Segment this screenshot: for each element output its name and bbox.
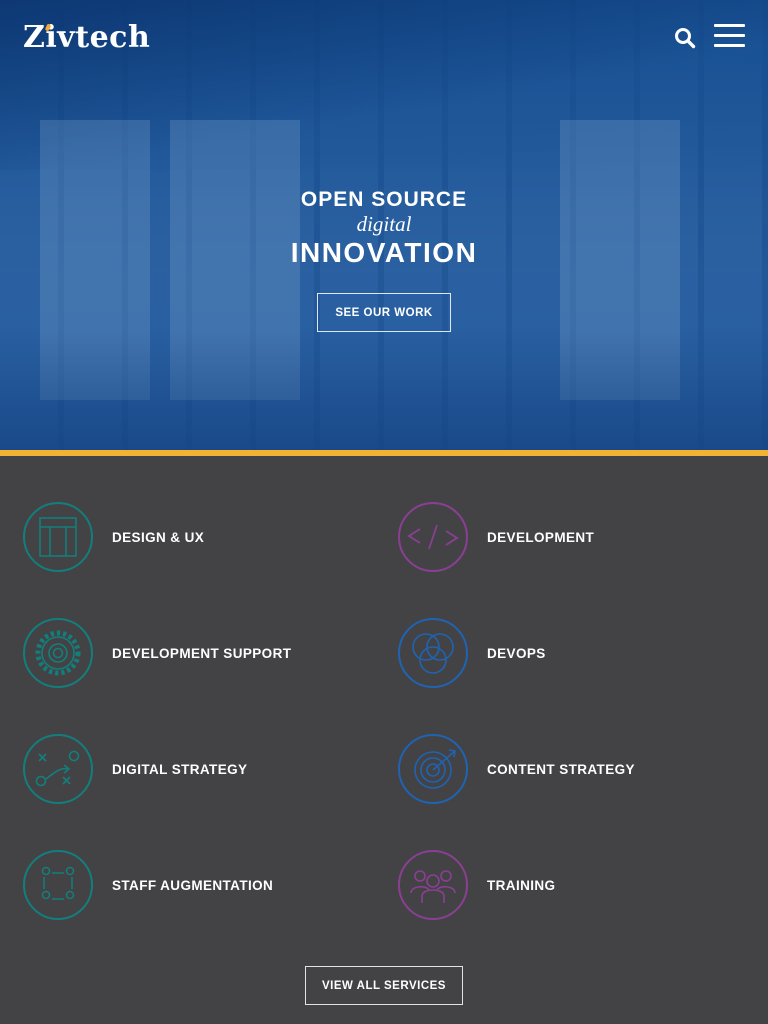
service-label: CONTENT STRATEGY <box>487 761 635 777</box>
people-group-icon <box>398 850 468 920</box>
menu-button[interactable] <box>714 24 746 48</box>
target-icon <box>398 734 468 804</box>
tagline-line-2: digital <box>356 212 412 236</box>
see-our-work-button[interactable]: SEE OUR WORK <box>317 293 451 332</box>
hamburger-menu-icon-bar <box>714 44 745 47</box>
service-development[interactable]: DEVELOPMENT <box>397 501 594 573</box>
tagline-line-3: INNOVATION <box>290 237 478 268</box>
hero-background-floor <box>0 330 768 450</box>
view-all-services-button[interactable]: VIEW ALL SERVICES <box>305 966 463 1005</box>
gear-icon <box>23 618 93 688</box>
service-label: DEVELOPMENT <box>487 529 595 545</box>
hamburger-menu-icon <box>714 24 745 27</box>
service-label: TRAINING <box>487 877 556 893</box>
service-design-ux[interactable]: DESIGN & UX <box>22 501 204 573</box>
service-devops[interactable]: DEVOPS <box>397 617 546 689</box>
service-label: DESIGN & UX <box>112 529 205 545</box>
hero-tagline: OPEN SOURCE digital INNOVATION <box>0 188 768 270</box>
service-training[interactable]: TRAINING <box>397 849 555 921</box>
service-digital-strategy[interactable]: DIGITAL STRATEGY <box>22 733 247 805</box>
strategy-play-icon <box>23 734 93 804</box>
venn-diagram-icon <box>398 618 468 688</box>
hamburger-menu-icon-bar <box>714 34 745 37</box>
hero-banner: Zivtech OPEN SOURCE digital INNOVATION S… <box>0 0 768 450</box>
code-icon <box>398 502 468 572</box>
service-label: STAFF AUGMENTATION <box>112 877 274 893</box>
service-label: DEVOPS <box>487 645 546 661</box>
service-development-support[interactable]: DEVELOPMENT SUPPORT <box>22 617 291 689</box>
team-arrows-icon <box>23 850 93 920</box>
tagline-line-1: OPEN SOURCE <box>300 188 468 211</box>
search-button[interactable] <box>674 27 696 49</box>
layout-icon <box>23 502 93 572</box>
service-staff-augmentation[interactable]: STAFF AUGMENTATION <box>22 849 273 921</box>
site-logo[interactable]: Zivtech <box>23 20 150 55</box>
service-label: DEVELOPMENT SUPPORT <box>112 645 292 661</box>
search-icon <box>675 28 696 49</box>
service-label: DIGITAL STRATEGY <box>112 761 248 777</box>
service-content-strategy[interactable]: CONTENT STRATEGY <box>397 733 635 805</box>
